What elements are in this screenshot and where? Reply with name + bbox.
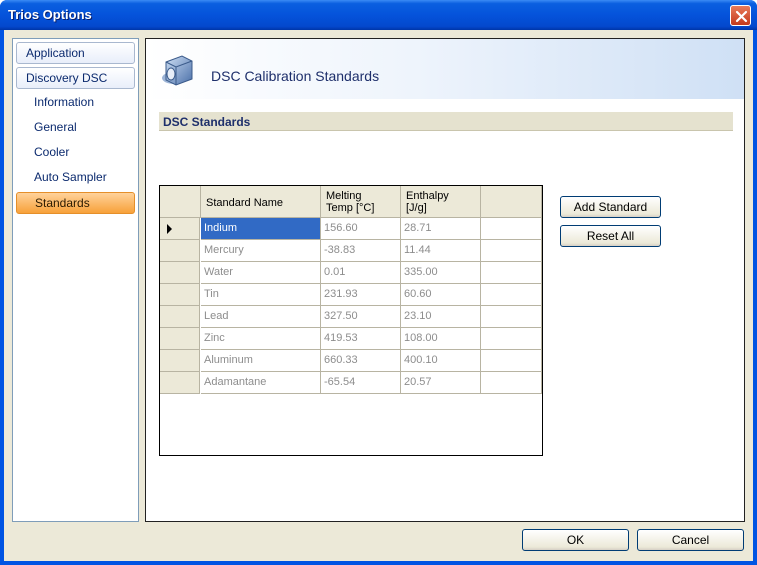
options-nav: Application Discovery DSC Information Ge…: [12, 38, 139, 522]
cell-extra[interactable]: [481, 262, 542, 284]
column-header-standard-name[interactable]: Standard Name: [201, 186, 321, 218]
cell-extra[interactable]: [481, 306, 542, 328]
cell-melting-temp[interactable]: -65.54: [321, 372, 401, 394]
standards-grid[interactable]: Standard Name Melting Temp [°C] Enthalpy…: [159, 185, 543, 456]
row-header[interactable]: [160, 218, 200, 240]
standards-panel: DSC Calibration Standards DSC Standards …: [145, 38, 745, 522]
cell-melting-temp[interactable]: 156.60: [321, 218, 401, 240]
cancel-button[interactable]: Cancel: [637, 529, 744, 551]
row-header[interactable]: [160, 284, 200, 306]
cell-melting-temp[interactable]: 0.01: [321, 262, 401, 284]
window-title: Trios Options: [8, 7, 92, 22]
nav-item-auto-sampler[interactable]: Auto Sampler: [16, 167, 135, 189]
nav-item-cooler[interactable]: Cooler: [16, 142, 135, 164]
nav-item-label: Auto Sampler: [34, 170, 107, 184]
close-button[interactable]: [730, 5, 751, 26]
reset-all-button[interactable]: Reset All: [560, 225, 661, 247]
row-header[interactable]: [160, 262, 200, 284]
nav-item-standards[interactable]: Standards: [16, 192, 135, 214]
nav-item-label: Discovery DSC: [26, 71, 108, 85]
column-header-melting-temp[interactable]: Melting Temp [°C]: [321, 186, 401, 218]
cell-extra[interactable]: [481, 240, 542, 262]
nav-item-information[interactable]: Information: [16, 92, 135, 114]
nav-item-application[interactable]: Application: [16, 42, 135, 64]
cell-standard-name[interactable]: Water: [201, 262, 321, 284]
cell-enthalpy[interactable]: 28.71: [401, 218, 481, 240]
cell-standard-name[interactable]: Indium: [201, 218, 321, 240]
panel-header: DSC Calibration Standards: [146, 39, 744, 99]
column-header-extra: [481, 186, 542, 218]
cell-enthalpy[interactable]: 11.44: [401, 240, 481, 262]
cell-standard-name[interactable]: Tin: [201, 284, 321, 306]
options-window: Trios Options Application Discovery DSC …: [0, 0, 757, 565]
close-icon: [735, 10, 748, 23]
nav-item-label: Cooler: [34, 145, 70, 159]
nav-item-label: Standards: [35, 196, 90, 210]
row-header[interactable]: [160, 328, 200, 350]
cell-extra[interactable]: [481, 284, 542, 306]
nav-item-general[interactable]: General: [16, 117, 135, 139]
cell-enthalpy[interactable]: 60.60: [401, 284, 481, 306]
cell-standard-name[interactable]: Adamantane: [201, 372, 321, 394]
dsc-instrument-icon: [162, 55, 193, 86]
grid-corner-header: [160, 186, 201, 218]
row-header[interactable]: [160, 306, 200, 328]
cell-standard-name[interactable]: Aluminum: [201, 350, 321, 372]
nav-item-label: General: [34, 120, 77, 134]
title-bar[interactable]: Trios Options: [0, 0, 757, 30]
cell-enthalpy[interactable]: 20.57: [401, 372, 481, 394]
section-title: DSC Standards: [163, 115, 251, 129]
dialog-body: Application Discovery DSC Information Ge…: [4, 30, 753, 561]
cell-extra[interactable]: [481, 218, 542, 240]
nav-item-discovery-dsc[interactable]: Discovery DSC: [16, 67, 135, 89]
nav-item-label: Information: [34, 95, 95, 109]
section-header: DSC Standards: [159, 112, 733, 131]
cell-extra[interactable]: [481, 328, 542, 350]
row-header[interactable]: [160, 240, 200, 262]
cell-melting-temp[interactable]: 660.33: [321, 350, 401, 372]
cell-melting-temp[interactable]: -38.83: [321, 240, 401, 262]
row-header[interactable]: [160, 372, 200, 394]
nav-item-label: Application: [26, 46, 85, 60]
cell-enthalpy[interactable]: 23.10: [401, 306, 481, 328]
cell-enthalpy[interactable]: 335.00: [401, 262, 481, 284]
cell-extra[interactable]: [481, 350, 542, 372]
cell-extra[interactable]: [481, 372, 542, 394]
panel-title: DSC Calibration Standards: [211, 68, 380, 84]
cell-enthalpy[interactable]: 108.00: [401, 328, 481, 350]
cell-standard-name[interactable]: Mercury: [201, 240, 321, 262]
cell-melting-temp[interactable]: 419.53: [321, 328, 401, 350]
cell-melting-temp[interactable]: 327.50: [321, 306, 401, 328]
cell-standard-name[interactable]: Zinc: [201, 328, 321, 350]
cell-standard-name[interactable]: Lead: [201, 306, 321, 328]
ok-button[interactable]: OK: [522, 529, 629, 551]
current-row-indicator-icon: [167, 224, 172, 234]
row-header[interactable]: [160, 350, 200, 372]
cell-melting-temp[interactable]: 231.93: [321, 284, 401, 306]
add-standard-button[interactable]: Add Standard: [560, 196, 661, 218]
column-header-enthalpy[interactable]: Enthalpy [J/g]: [401, 186, 481, 218]
cell-enthalpy[interactable]: 400.10: [401, 350, 481, 372]
